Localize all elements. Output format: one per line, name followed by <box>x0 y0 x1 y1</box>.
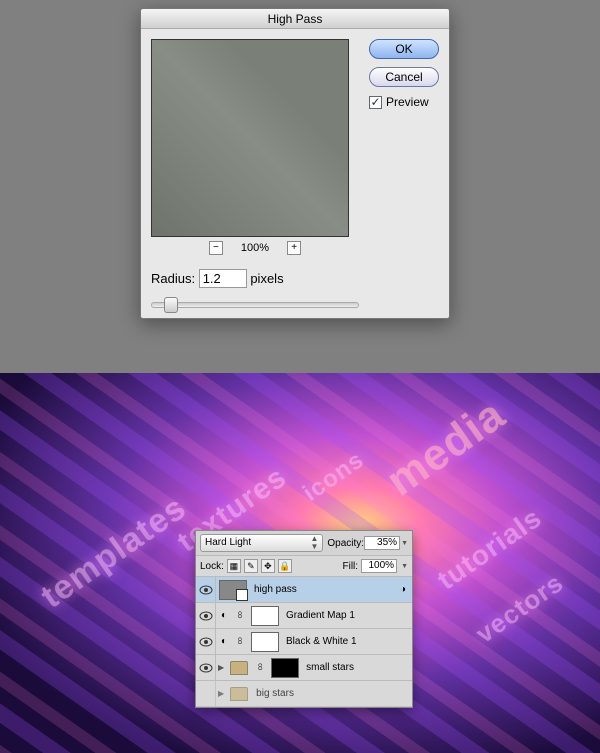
smart-object-icon: ◑ <box>400 584 406 595</box>
art-text: vectors <box>470 567 569 649</box>
zoom-in-button[interactable]: + <box>287 241 301 255</box>
radius-label: Radius: <box>151 271 195 286</box>
chevron-down-icon[interactable]: ▼ <box>401 540 408 547</box>
lock-move-icon[interactable]: ✥ <box>261 559 275 573</box>
select-arrows-icon: ▲▼ <box>310 535 318 551</box>
high-pass-dialog: High Pass − 100% + Radius: pixels OK Can… <box>140 8 450 319</box>
cancel-button[interactable]: Cancel <box>369 67 439 87</box>
art-text: media <box>378 390 515 507</box>
expand-icon[interactable]: ▶ <box>218 663 224 672</box>
layer-name: small stars <box>302 662 354 673</box>
folder-icon <box>230 687 248 701</box>
layer-name: big stars <box>252 688 294 699</box>
filter-preview <box>151 39 349 237</box>
layer-row[interactable]: ◐ 𝟾 Black & White 1 <box>196 629 412 655</box>
visibility-toggle[interactable] <box>196 655 216 681</box>
layer-name: high pass <box>250 584 297 595</box>
layer-name: Gradient Map 1 <box>282 610 355 621</box>
zoom-out-button[interactable]: − <box>209 241 223 255</box>
layer-name: Black & White 1 <box>282 636 357 647</box>
mask-thumbnail <box>271 658 299 678</box>
visibility-toggle[interactable] <box>196 577 216 603</box>
adjustment-icon: ◐ <box>216 610 232 621</box>
adjustment-icon: ◐ <box>216 636 232 647</box>
radius-unit: pixels <box>250 271 283 286</box>
layer-row[interactable]: ▶ 𝟾 small stars <box>196 655 412 681</box>
visibility-toggle[interactable] <box>196 681 216 707</box>
opacity-label: Opacity: <box>327 538 364 549</box>
preview-label: Preview <box>386 95 429 109</box>
link-icon: 𝟾 <box>232 636 248 647</box>
opacity-input[interactable]: 35% <box>364 536 400 550</box>
visibility-toggle[interactable] <box>196 629 216 655</box>
blend-mode-select[interactable]: Hard Light ▲▼ <box>200 534 323 552</box>
dialog-title: High Pass <box>141 9 449 29</box>
expand-icon[interactable]: ▶ <box>218 689 224 698</box>
art-text: icons <box>298 446 370 508</box>
radius-input[interactable] <box>199 269 247 288</box>
preview-checkbox[interactable]: ✓ <box>369 96 382 109</box>
fill-input[interactable]: 100% <box>361 559 397 573</box>
layer-thumbnail <box>219 580 247 600</box>
link-icon: 𝟾 <box>232 610 248 621</box>
slider-thumb[interactable] <box>164 297 178 313</box>
mask-thumbnail <box>251 606 279 626</box>
art-text: templates <box>34 488 194 616</box>
lock-transparency-icon[interactable]: ▦ <box>227 559 241 573</box>
mask-thumbnail <box>251 632 279 652</box>
lock-all-icon[interactable]: 🔒 <box>278 559 292 573</box>
lock-brush-icon[interactable]: ✎ <box>244 559 258 573</box>
chevron-down-icon[interactable]: ▼ <box>401 563 408 570</box>
layer-row[interactable]: ▶ big stars <box>196 681 412 707</box>
folder-icon <box>230 661 248 675</box>
layer-row[interactable]: ◐ 𝟾 Gradient Map 1 <box>196 603 412 629</box>
radius-slider[interactable] <box>151 302 359 308</box>
layers-panel: Hard Light ▲▼ Opacity: 35%▼ Lock: ▦ ✎ ✥ … <box>195 530 413 708</box>
fill-label: Fill: <box>343 561 359 572</box>
visibility-toggle[interactable] <box>196 603 216 629</box>
blend-mode-value: Hard Light <box>205 535 251 551</box>
link-icon: 𝟾 <box>252 662 268 673</box>
lock-label: Lock: <box>200 561 224 572</box>
zoom-level: 100% <box>241 242 269 254</box>
layer-row[interactable]: high pass ◑ <box>196 577 412 603</box>
ok-button[interactable]: OK <box>369 39 439 59</box>
